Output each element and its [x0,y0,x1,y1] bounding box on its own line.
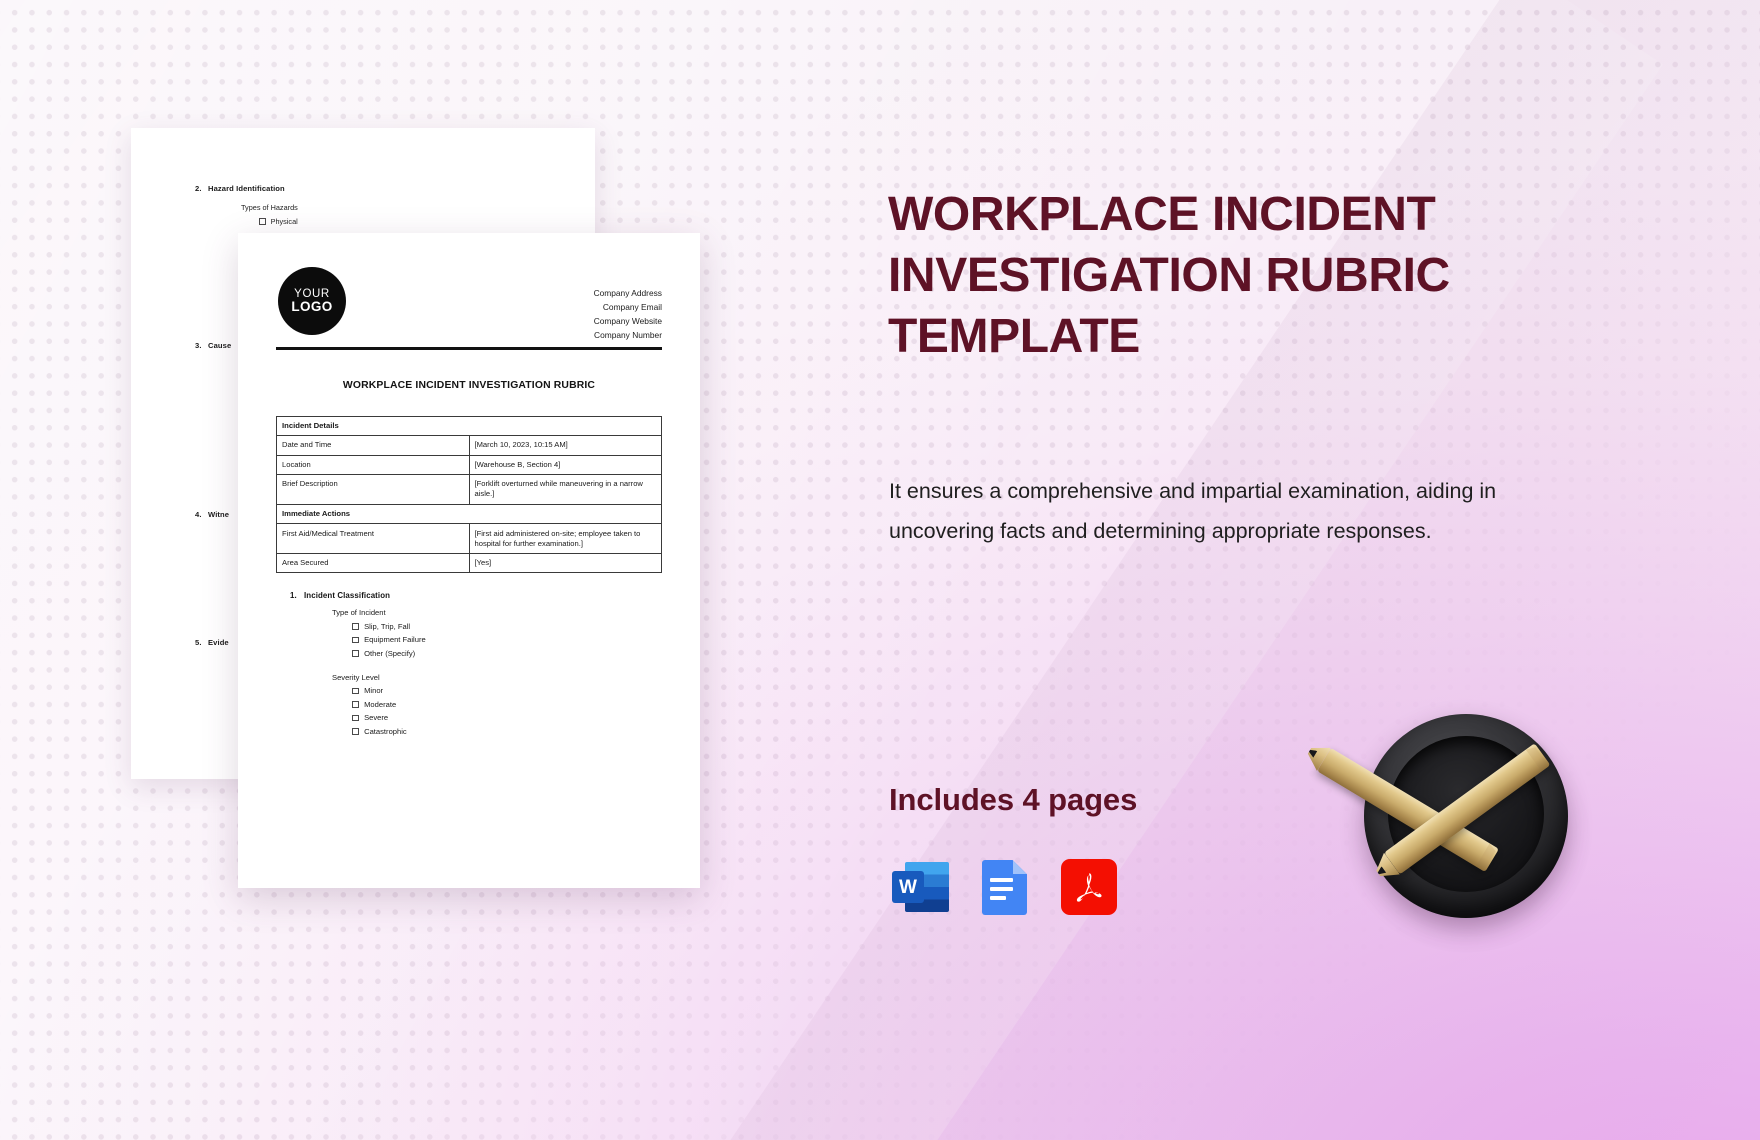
docs-icon-line [990,896,1006,900]
company-address: Company Address [593,288,662,298]
back-section-4-heading: 4. Witne [195,510,229,519]
checkbox-icon[interactable] [259,218,266,225]
checkbox-other-specify[interactable]: Other (Specify) [352,649,662,658]
company-logo-placeholder: YOUR LOGO [278,267,346,335]
row-label-first-aid: First Aid/Medical Treatment [276,523,470,554]
document-front-content: YOUR LOGO Company Address Company Email … [238,233,700,888]
document-title: WORKPLACE INCIDENT INVESTIGATION RUBRIC [342,379,596,391]
checkbox-catastrophic[interactable]: Catastrophic [352,727,662,736]
docs-icon-line [990,887,1013,891]
promo-headline: Workplace Incident Investigation Rubric … [888,188,1450,363]
checkbox-icon[interactable] [352,714,359,722]
section-1-number: 1. [290,591,297,601]
promo-canvas: 2. Hazard Identification Types of Hazards… [0,0,1760,1140]
row-value-first-aid[interactable]: [First aid administered on-site; employe… [468,523,662,554]
incident-details-header: Incident Details [276,415,662,437]
table-row: Brief Description [Forklift overturned w… [276,474,662,505]
back-checkbox-row[interactable]: Physical [259,217,298,226]
back-section-5-number: 5. [195,638,202,647]
company-email: Company Email [602,301,662,312]
checkbox-slip-trip-fall[interactable]: Slip, Trip, Fall [352,622,662,631]
word-icon-badge: W [892,871,924,903]
pencil-cup-illustration [1330,668,1630,942]
row-value-brief-description[interactable]: [Forklift overturned while maneuvering i… [468,474,662,505]
company-number: Company Number [594,329,662,340]
immediate-actions-header: Immediate Actions [276,503,662,525]
row-label-brief-description: Brief Description [276,474,470,505]
back-section-3-heading: 3. Cause [195,341,231,350]
docs-icon-fold [1012,860,1027,875]
checkbox-label: Slip, Trip, Fall [364,621,411,631]
promo-description: It ensures a comprehensive and impartial… [889,479,1497,544]
checkbox-label: Severe [364,713,389,723]
table-row: First Aid/Medical Treatment [First aid a… [276,523,662,554]
docs-icon-line [990,878,1013,882]
checkbox-moderate[interactable]: Moderate [352,700,662,709]
incident-rubric-table: Incident Details Date and Time [March 10… [276,415,662,574]
checkbox-icon[interactable] [352,636,359,644]
checkbox-label: Catastrophic [364,726,407,736]
row-label-area-secured: Area Secured [276,552,470,574]
checkbox-icon[interactable] [352,623,359,630]
file-format-icons: W [890,856,1120,918]
back-section-2-number: 2. [195,184,202,193]
word-icon[interactable]: W [890,856,952,918]
checkbox-label: Moderate [364,699,397,709]
checkbox-equipment-failure[interactable]: Equipment Failure [352,635,662,644]
row-value-area-secured[interactable]: [Yes] [468,552,662,574]
type-of-incident-label: Type of Incident [332,608,386,618]
document-letterhead: YOUR LOGO Company Address Company Email … [276,267,662,340]
letterhead-divider [276,347,662,350]
checkbox-icon[interactable] [352,650,359,657]
incident-classification-section: 1. Incident Classification Type of Incide… [276,591,662,736]
back-section-2-heading: 2. Hazard Identification [195,184,285,193]
google-docs-icon[interactable] [974,856,1036,918]
promo-panel: Workplace Incident Investigation Rubric … [888,0,1760,1140]
row-value-location[interactable]: [Warehouse B, Section 4] [468,454,662,476]
table-section-header-row: Incident Details [276,415,662,437]
checkbox-label: Equipment Failure [364,635,426,645]
back-section-2-sublabel: Types of Hazards [241,203,298,212]
checkbox-label: Minor [364,686,384,696]
table-row: Date and Time [March 10, 2023, 10:15 AM] [276,435,662,456]
back-section-3-number: 3. [195,341,202,350]
company-contact-block: Company Address Company Email Company We… [594,267,662,343]
back-section-3-title: Cause [208,341,232,350]
checkbox-icon[interactable] [352,701,359,708]
checkbox-label: Other (Specify) [364,648,416,658]
document-page-front[interactable]: YOUR LOGO Company Address Company Email … [238,233,700,888]
row-value-date-and-time[interactable]: [March 10, 2023, 10:15 AM] [468,435,662,456]
pdf-icon[interactable] [1058,856,1120,918]
back-checkbox-label: Physical [270,217,298,226]
back-section-4-number: 4. [195,510,202,519]
back-section-4-title: Witne [208,510,230,519]
row-label-date-and-time: Date and Time [276,435,470,456]
includes-pages-label: Includes 4 pages [889,782,1138,817]
checkbox-minor[interactable]: Minor [352,686,662,695]
table-row: Area Secured [Yes] [276,552,662,574]
back-section-5-heading: 5. Evide [195,638,229,647]
back-section-2-title: Hazard Identification [208,184,285,193]
table-section-header-row: Immediate Actions [276,503,662,525]
checkbox-icon[interactable] [352,728,359,735]
severity-level-label: Severity Level [332,672,380,682]
checkbox-icon[interactable] [352,687,359,695]
back-section-5-title: Evide [208,638,229,647]
table-row: Location [Warehouse B, Section 4] [276,454,662,476]
logo-line-2: LOGO [291,298,333,314]
pdf-icon-badge [1061,859,1117,915]
section-1-title: Incident Classification [304,591,391,601]
section-1-heading: 1. Incident Classification [290,591,662,600]
row-label-location: Location [276,454,470,476]
checkbox-severe[interactable]: Severe [352,713,662,722]
company-website: Company Website [593,315,662,326]
